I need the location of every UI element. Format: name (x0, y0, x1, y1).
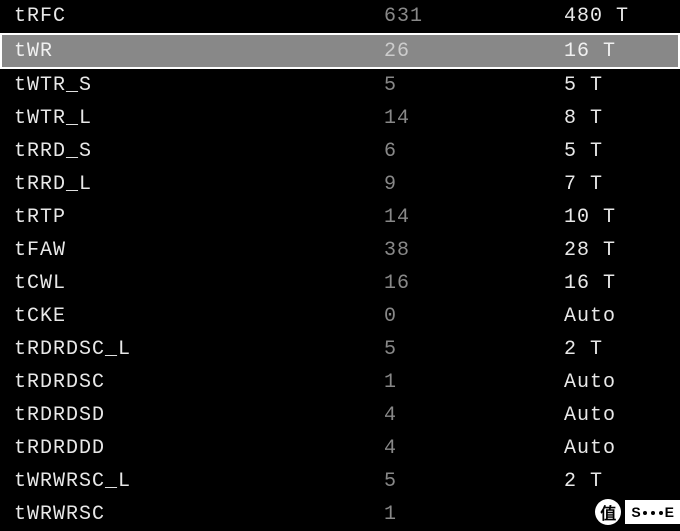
timing-current-value: 16 (384, 272, 564, 295)
timing-name: tRRD_S (14, 140, 384, 163)
timing-row[interactable]: tRRD_L97 T (0, 168, 680, 201)
timing-target-value[interactable]: 7 T (564, 173, 666, 196)
timing-current-value: 1 (384, 371, 564, 394)
timing-name: tRDRDDD (14, 437, 384, 460)
timing-current-value: 6 (384, 140, 564, 163)
timing-target-value[interactable]: Auto (564, 305, 666, 328)
timing-target-value[interactable]: 8 T (564, 107, 666, 130)
timing-current-value: 5 (384, 74, 564, 97)
timing-name: tCWL (14, 272, 384, 295)
timing-row[interactable]: tCWL1616 T (0, 267, 680, 300)
watermark: 值 SE (595, 499, 680, 525)
timing-target-value[interactable]: 5 T (564, 140, 666, 163)
timing-target-value[interactable]: Auto (564, 404, 666, 427)
timing-current-value: 14 (384, 206, 564, 229)
timing-row[interactable]: tRTP1410 T (0, 201, 680, 234)
timing-target-value[interactable]: Auto (564, 371, 666, 394)
timing-row[interactable]: tRRD_S65 T (0, 135, 680, 168)
timing-current-value: 14 (384, 107, 564, 130)
timing-current-value: 26 (384, 40, 564, 63)
timing-row[interactable]: tRDRDSC1Auto (0, 366, 680, 399)
timing-name: tRDRDSD (14, 404, 384, 427)
timing-row[interactable]: tRDRDSC_L52 T (0, 333, 680, 366)
timing-name: tRRD_L (14, 173, 384, 196)
watermark-text: SE (625, 500, 680, 524)
timing-target-value[interactable]: Auto (564, 437, 666, 460)
timing-row[interactable]: tWRWRSC1 (0, 498, 680, 531)
timing-current-value: 9 (384, 173, 564, 196)
timing-name: tFAW (14, 239, 384, 262)
timing-current-value: 0 (384, 305, 564, 328)
timing-target-value[interactable]: 10 T (564, 206, 666, 229)
timing-name: tWR (14, 40, 384, 63)
timing-name: tRDRDSC_L (14, 338, 384, 361)
timing-name: tCKE (14, 305, 384, 328)
watermark-badge: 值 (595, 499, 621, 525)
timing-current-value: 4 (384, 404, 564, 427)
timing-target-value[interactable]: 28 T (564, 239, 666, 262)
timing-current-value: 38 (384, 239, 564, 262)
watermark-text-right: E (665, 504, 674, 520)
timing-target-value[interactable]: 2 T (564, 338, 666, 361)
timing-target-value[interactable]: 2 T (564, 470, 666, 493)
timing-name: tRDRDSC (14, 371, 384, 394)
timing-row[interactable]: tRFC631480 T (0, 0, 680, 33)
timing-name: tWRWRSC_L (14, 470, 384, 493)
timing-target-value[interactable]: 5 T (564, 74, 666, 97)
timing-row[interactable]: tRDRDDD4Auto (0, 432, 680, 465)
timing-row[interactable]: tRDRDSD4Auto (0, 399, 680, 432)
timing-name: tWTR_L (14, 107, 384, 130)
timing-current-value: 631 (384, 5, 564, 28)
timing-row[interactable]: tWTR_L148 T (0, 102, 680, 135)
timing-name: tWTR_S (14, 74, 384, 97)
timing-current-value: 5 (384, 470, 564, 493)
timing-row[interactable]: tWR2616 T (0, 33, 680, 69)
watermark-text-left: S (631, 504, 640, 520)
memory-timing-table: tRFC631480 TtWR2616 TtWTR_S55 TtWTR_L148… (0, 0, 680, 531)
timing-current-value: 1 (384, 503, 564, 526)
timing-row[interactable]: tCKE0Auto (0, 300, 680, 333)
timing-name: tRFC (14, 5, 384, 28)
timing-current-value: 4 (384, 437, 564, 460)
timing-row[interactable]: tWRWRSC_L52 T (0, 465, 680, 498)
timing-current-value: 5 (384, 338, 564, 361)
timing-target-value[interactable]: 16 T (564, 40, 666, 63)
timing-name: tWRWRSC (14, 503, 384, 526)
timing-row[interactable]: tFAW3828 T (0, 234, 680, 267)
timing-target-value[interactable]: 16 T (564, 272, 666, 295)
timing-name: tRTP (14, 206, 384, 229)
timing-target-value[interactable]: 480 T (564, 5, 666, 28)
timing-row[interactable]: tWTR_S55 T (0, 69, 680, 102)
